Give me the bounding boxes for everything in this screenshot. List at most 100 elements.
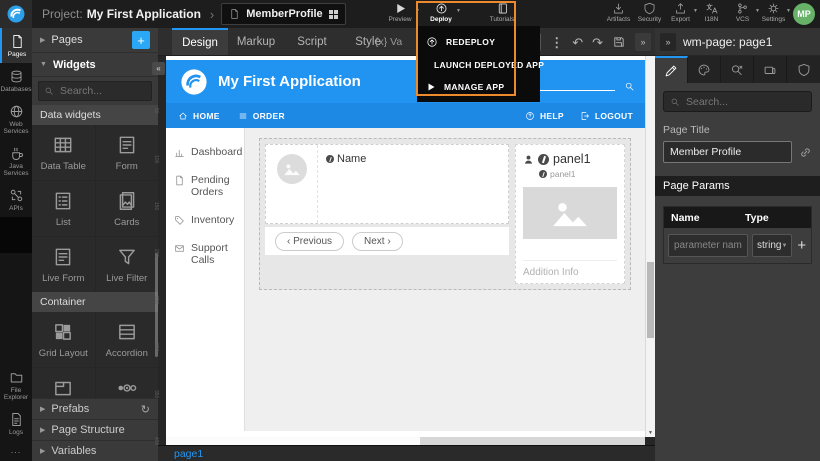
deploy-button[interactable]: Deploy ▼ [424, 2, 458, 23]
inspector-body: Page Title Page Params Name Type string … [655, 83, 820, 272]
tab-events[interactable] [721, 56, 754, 83]
collapse-palette-button[interactable]: « [152, 62, 165, 75]
ruler-tick: 100 [153, 155, 159, 163]
scrollbar-thumb[interactable] [647, 262, 654, 338]
page-structure-section-header[interactable]: ▶ Page Structure [32, 419, 158, 440]
menu-item-redeploy[interactable]: REDEPLOY [417, 30, 540, 54]
widget-search[interactable] [38, 81, 152, 101]
globe-icon [9, 104, 24, 119]
widget-form[interactable]: Form [96, 125, 159, 180]
panel1-widget[interactable]: panel1 panel1 Addition Info [515, 144, 625, 284]
gear-icon [767, 2, 780, 15]
menu-item-dashboard[interactable]: Dashboard [166, 138, 244, 166]
settings-button[interactable]: Settings ▼ [759, 2, 788, 23]
widget-list[interactable]: List [32, 181, 95, 236]
expand-panel-button[interactable]: » [660, 33, 676, 51]
sidebar-item-logs[interactable]: Logs [0, 406, 32, 441]
sidebar-item-pages[interactable]: Pages [0, 28, 32, 63]
tab-properties[interactable] [655, 56, 688, 83]
property-search-input[interactable] [684, 95, 805, 109]
user-avatar[interactable]: MP [793, 3, 815, 25]
breadcrumb-chevron-icon: › [210, 7, 214, 22]
widget-grid-layout[interactable]: Grid Layout [32, 312, 95, 367]
expanded-arrow-icon: ▼ [40, 61, 47, 68]
nav-logout[interactable]: LOGOUT [580, 111, 633, 121]
previous-button[interactable]: ‹ Previous [275, 232, 344, 251]
status-page-tab[interactable]: page1 [174, 448, 203, 460]
studio-logo[interactable] [0, 0, 32, 28]
kebab-menu-icon[interactable]: ⋮ [550, 36, 563, 49]
add-page-button[interactable]: + [132, 31, 150, 49]
menu-item-manage-app[interactable]: MANAGE APP [417, 76, 540, 98]
prefabs-section-header[interactable]: ▶ Prefabs ↻ [32, 398, 158, 419]
canvas-horizontal-scrollbar[interactable] [166, 437, 645, 445]
i18n-button[interactable]: I18N [697, 2, 726, 23]
tab-security[interactable] [787, 56, 820, 83]
sidebar-item-web-services[interactable]: Web Services [0, 98, 32, 140]
pages-section-header[interactable]: ▶ Pages + [32, 28, 158, 53]
property-search[interactable] [663, 91, 812, 112]
database-icon [9, 69, 24, 84]
widget-cards[interactable]: Cards [96, 181, 159, 236]
cloud-upload-icon [435, 2, 448, 15]
inspector-header: » wm-page: page1 [655, 28, 820, 56]
widget-data-table[interactable]: Data Table [32, 125, 95, 180]
sidebar-item-apis[interactable]: APIs [0, 182, 32, 217]
menu-item-inventory[interactable]: Inventory [166, 206, 244, 234]
next-button[interactable]: Next › [352, 232, 403, 251]
page-tab-memberprofile[interactable]: MemberProfile [221, 3, 345, 25]
tab-styles[interactable] [688, 56, 721, 83]
tab-design[interactable]: Design [172, 28, 228, 55]
vcs-button[interactable]: VCS ▼ [728, 2, 757, 23]
menu-item-support-calls[interactable]: Support Calls [166, 234, 244, 274]
tab-device[interactable] [754, 56, 787, 83]
widget-list-scroll-area: Data widgets Data Table Form List Cards [32, 105, 158, 398]
param-type-select[interactable]: string ▼ [752, 234, 792, 257]
nav-order[interactable]: ORDER [238, 111, 285, 121]
nav-help[interactable]: HELP [525, 111, 564, 121]
variables-button[interactable]: {x} Va [375, 36, 402, 48]
widget-tabs[interactable]: Tabs [32, 368, 95, 398]
param-name-input[interactable] [668, 234, 748, 257]
scrollbar-thumb[interactable] [166, 437, 420, 445]
search-icon[interactable] [624, 81, 635, 92]
tab-script[interactable]: Script [284, 28, 340, 55]
list-item-template[interactable]: Name [265, 144, 509, 224]
sidebar-overflow-button[interactable]: ... [0, 441, 32, 461]
preview-button[interactable]: Preview ▼ [383, 2, 417, 23]
widget-live-filter[interactable]: Live Filter [96, 237, 159, 292]
page-title-input[interactable] [663, 141, 792, 163]
widget-live-form[interactable]: Live Form [32, 237, 95, 292]
export-button[interactable]: Export ▼ [666, 2, 695, 23]
picture-widget[interactable] [523, 187, 617, 239]
variables-section-header[interactable]: ▶ Variables [32, 440, 158, 461]
refresh-icon[interactable]: ↻ [141, 403, 150, 416]
menu-item-pending-orders[interactable]: Pending Orders [166, 166, 244, 206]
artifacts-button[interactable]: Artifacts [604, 2, 633, 23]
scroll-down-arrow[interactable]: ▼ [646, 430, 655, 436]
menu-item-launch-deployed-app[interactable]: LAUNCH DEPLOYED APP [417, 54, 540, 76]
tutorials-button[interactable]: Tutorials [485, 2, 519, 23]
widget-search-input[interactable] [58, 84, 146, 98]
widget-accordion[interactable]: Accordion [96, 312, 159, 367]
security-button[interactable]: Security [635, 2, 664, 23]
widgets-section-header[interactable]: ▼ Widgets [32, 53, 158, 77]
design-canvas[interactable]: My First Application HOME ORDER [166, 56, 645, 437]
widget-wizard[interactable]: Wizard [96, 368, 159, 398]
redo-icon[interactable]: ↷ [592, 36, 603, 49]
canvas-vertical-scrollbar[interactable]: ▼ [645, 56, 655, 437]
list-widget[interactable]: Name ‹ Previous Next › [265, 144, 509, 284]
sidebar-item-java-services[interactable]: Java Services [0, 140, 32, 182]
selected-container-widget[interactable]: Name ‹ Previous Next › [259, 138, 631, 290]
sidebar-item-file-explorer[interactable]: File Explorer [0, 364, 32, 406]
sidebar-item-databases[interactable]: Databases [0, 63, 32, 98]
collapsed-arrow-icon: ▶ [40, 426, 45, 434]
undo-icon[interactable]: ↶ [572, 36, 583, 49]
tab-markup[interactable]: Markup [228, 28, 284, 55]
collapse-inspector-button[interactable]: » [635, 33, 651, 51]
bind-link-icon[interactable] [799, 146, 812, 159]
grid-view-icon[interactable] [329, 10, 338, 19]
nav-home[interactable]: HOME [178, 111, 220, 121]
save-icon[interactable] [612, 35, 626, 49]
add-param-button[interactable]: + [796, 237, 807, 254]
